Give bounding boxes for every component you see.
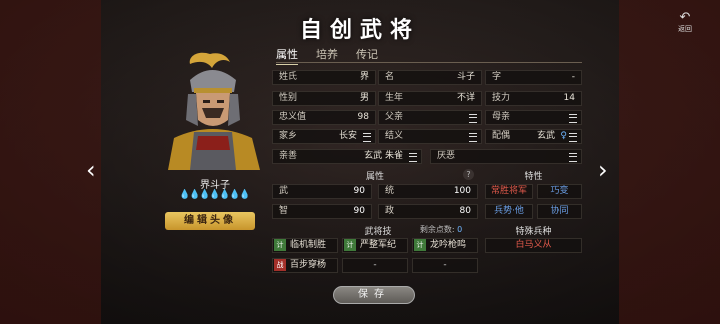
trait-item[interactable]: 协同	[537, 204, 582, 219]
strategy-tag: 计	[414, 239, 426, 251]
attr-politics: 政 80	[378, 204, 478, 219]
next-hero-arrow-icon[interactable]: ›	[598, 158, 608, 182]
menu-icon	[569, 114, 577, 123]
tab-divider	[276, 62, 582, 63]
trait-item[interactable]: 兵势·他	[485, 204, 533, 219]
remaining-points: 剩余点数: 0	[419, 225, 463, 234]
attributes-heading: 属性	[365, 172, 384, 182]
return-icon: ↶	[679, 10, 691, 25]
return-button[interactable]: ↶ 返回	[670, 10, 700, 34]
courtesy-name-field[interactable]: 字 -	[485, 70, 582, 85]
menu-icon	[469, 133, 477, 142]
edit-portrait-button[interactable]: 编辑头像	[165, 212, 255, 230]
hero-portrait	[168, 52, 260, 170]
page-title: 自创武将	[299, 17, 420, 43]
given-name-field[interactable]: 名 斗子	[378, 70, 482, 85]
drop-icon: 💧	[239, 190, 251, 200]
special-troop-heading: 特殊兵种	[515, 227, 552, 237]
birth-year-field[interactable]: 生年 不详	[378, 91, 482, 106]
attr-command: 统 100	[378, 184, 478, 199]
menu-icon	[363, 133, 371, 142]
attr-force: 武 90	[272, 184, 372, 199]
skill-slot[interactable]: 计龙吟枪鸣	[412, 238, 478, 253]
attr-intelligence: 智 90	[272, 204, 372, 219]
surname-field[interactable]: 姓氏 界	[272, 70, 376, 85]
drop-icon: 💧	[199, 190, 211, 200]
strategy-tag: 计	[344, 239, 356, 251]
skill-drops: 💧 💧 💧 💧 💧 💧 💧	[171, 190, 255, 200]
spouse-field[interactable]: 配偶 玄武 ♀	[485, 129, 582, 144]
menu-icon	[409, 153, 417, 162]
skill-slot[interactable]: 战百步穿杨	[272, 258, 338, 273]
loyalty-field[interactable]: 忠义值 98	[272, 110, 376, 125]
menu-icon	[569, 153, 577, 162]
traits-heading: 特性	[524, 172, 543, 182]
drop-icon: 💧	[189, 190, 201, 200]
sworn-field[interactable]: 结义	[378, 129, 482, 144]
hometown-field[interactable]: 家乡 长安	[272, 129, 376, 144]
skill-power-field[interactable]: 技力 14	[485, 91, 582, 106]
gender-field[interactable]: 性别 男	[272, 91, 376, 106]
skill-slot-empty[interactable]: -	[342, 258, 408, 273]
return-label: 返回	[678, 25, 692, 33]
mother-field[interactable]: 母亲	[485, 110, 582, 125]
drop-icon: 💧	[209, 190, 221, 200]
skill-slot[interactable]: 计严整军纪	[342, 238, 408, 253]
prev-hero-arrow-icon[interactable]: ‹	[86, 158, 96, 182]
menu-icon	[469, 114, 477, 123]
dislike-field[interactable]: 厌恶	[430, 149, 582, 164]
trait-item[interactable]: 巧变	[537, 184, 582, 199]
drop-icon: 💧	[229, 190, 241, 200]
save-button[interactable]: 保存	[333, 286, 415, 304]
drop-icon: 💧	[219, 190, 231, 200]
help-icon[interactable]: ?	[463, 169, 474, 180]
skill-slot-empty[interactable]: -	[412, 258, 478, 273]
drop-icon: 💧	[179, 190, 191, 200]
special-troop-value[interactable]: 白马义从	[485, 238, 582, 253]
hero-name: 界斗子	[200, 180, 230, 191]
menu-icon	[569, 133, 577, 142]
skill-slot[interactable]: 计临机制胜	[272, 238, 338, 253]
father-field[interactable]: 父亲	[378, 110, 482, 125]
strategy-tag: 计	[274, 239, 286, 251]
like-field[interactable]: 亲善 玄武 朱雀	[272, 149, 422, 164]
skills-heading: 武将技	[364, 227, 392, 237]
battle-tag: 战	[274, 259, 286, 271]
spouse-icon: ♀	[560, 131, 567, 141]
trait-item[interactable]: 常胜将军	[485, 184, 533, 199]
